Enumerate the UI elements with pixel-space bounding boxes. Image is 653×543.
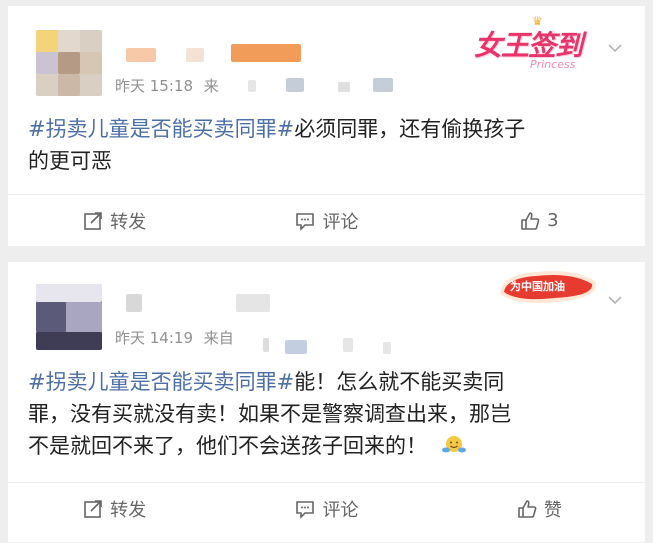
post-content: #拐卖儿童是否能买卖同罪#必须同罪，还有偷换孩子 的更可恶 [28, 117, 526, 173]
action-bar: 转发 评论 赞 [8, 482, 645, 534]
thumbs-up-icon [518, 499, 537, 518]
source-redacted [263, 332, 423, 356]
username[interactable] [126, 292, 286, 314]
princess-checkin-badge: ♛ 女王签到 Princess [474, 14, 583, 71]
post-source: 来 [203, 77, 219, 95]
like-button[interactable]: 3 [433, 195, 645, 246]
repost-button[interactable]: 转发 [8, 483, 220, 534]
like-button[interactable]: 赞 [433, 483, 645, 534]
comment-button[interactable]: 评论 [220, 483, 432, 534]
username[interactable] [126, 44, 316, 64]
avatar[interactable] [36, 284, 102, 350]
cheer-china-badge: 为中国加油 [496, 264, 600, 308]
hugging-emoji-icon [442, 436, 466, 453]
comment-icon [296, 500, 315, 519]
topic-link[interactable]: #拐卖儿童是否能买卖同罪# [28, 117, 294, 141]
chevron-down-icon[interactable] [607, 40, 623, 56]
weibo-post-2: 昨天 14:19 来自 为中国加油 #拐卖儿童是否能买卖同罪#能！怎么就不能买卖… [8, 262, 645, 542]
comment-button[interactable]: 评论 [220, 195, 432, 246]
post-source: 来自 [203, 329, 234, 347]
post-time: 昨天 14:19 [115, 329, 193, 347]
avatar[interactable] [36, 30, 102, 96]
like-count: 3 [547, 210, 559, 231]
post-content: #拐卖儿童是否能买卖同罪#能！怎么就不能买卖同 罪，没有买就没有卖！如果不是警察… [28, 370, 511, 458]
repost-icon [84, 211, 102, 230]
weibo-post-1: 昨天 15:18 来 ♛ 女王签到 Princess #拐卖儿童是否能买卖同罪#… [8, 6, 645, 246]
repost-icon [84, 499, 102, 518]
repost-button[interactable]: 转发 [8, 195, 220, 246]
source-redacted [248, 74, 408, 96]
thumbs-up-icon [521, 211, 540, 230]
action-bar: 转发 评论 3 [8, 194, 645, 246]
comment-icon [296, 212, 315, 231]
topic-link[interactable]: #拐卖儿童是否能买卖同罪# [28, 370, 294, 394]
post-time: 昨天 15:18 [115, 77, 193, 95]
chevron-down-icon[interactable] [607, 292, 623, 308]
